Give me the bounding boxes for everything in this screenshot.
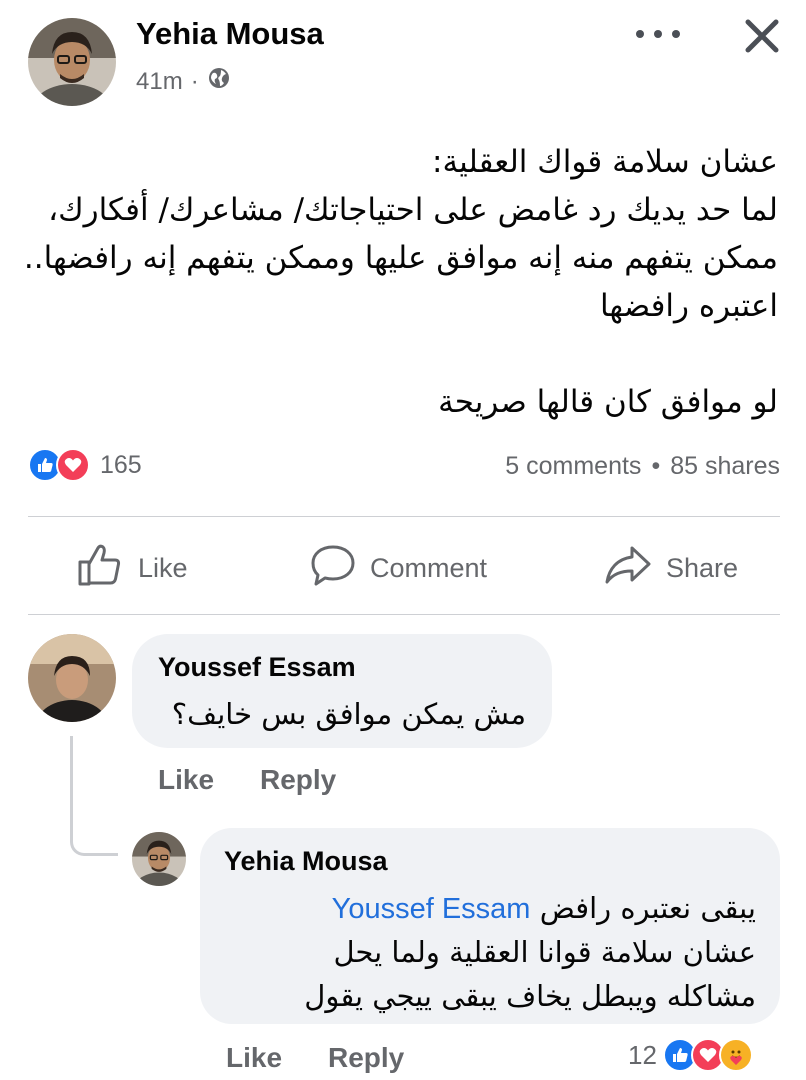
comment-reply-button[interactable]: Reply [260,764,336,796]
like-label: Like [138,552,188,583]
reply-author-name[interactable]: Yehia Mousa [224,846,388,877]
comment-label: Comment [370,552,488,583]
meta-separator: · [190,67,199,95]
reply-author-avatar[interactable] [132,832,186,886]
care-reaction-icon [718,1038,753,1072]
reaction-count: 165 [100,450,142,479]
post-text-line: ممكن يتفهم منه إنه موافق عليها وممكن يتف… [23,240,778,276]
commenter-avatar[interactable] [28,634,116,722]
comment-author-name[interactable]: Youssef Essam [158,652,356,683]
post-text-line: اعتبره رافضها [599,288,778,324]
globe-icon [207,66,231,97]
reply-text: يبقى نعتبره رافض [539,891,756,925]
divider [28,516,780,517]
post-text-line: عشان سلامة قواك العقلية: [432,144,778,180]
reply-text-line: يبقى نعتبره رافض Youssef Essam [216,886,756,931]
post-meta: 41m · [136,66,231,97]
reply-reply-button[interactable]: Reply [328,1042,404,1074]
share-label: Share [666,552,739,583]
post-text-line: لما حد يديك رد غامض على احتياجاتك/ مشاعر… [48,192,778,228]
post-text: عشان سلامة قواك العقلية: لما حد يديك رد … [18,138,778,426]
comment-like-button[interactable]: Like [158,764,214,796]
thumbs-up-icon [76,542,124,595]
mention-link[interactable]: Youssef Essam [332,893,531,925]
post-time[interactable]: 41m [136,68,183,96]
reply-bubble: Yehia Mousa يبقى نعتبره رافض Youssef Ess… [200,828,780,1024]
close-icon[interactable] [738,12,786,60]
share-arrow-icon [604,544,652,593]
comment-bubble: Youssef Essam مش يمكن موافق بس خايف؟ [132,634,552,748]
reply-reactions[interactable]: 12 [628,1038,753,1072]
like-button[interactable]: Like [76,540,188,596]
comment-text: مش يمكن موافق بس خايف؟ [171,697,526,731]
post-text-line: لو موافق كان قالها صريحة [438,384,778,420]
divider [28,614,780,615]
comments-count-link[interactable]: 5 comments [505,452,641,481]
reactions-summary[interactable]: 165 [28,448,142,482]
thread-connector [70,736,118,856]
reply-reaction-count: 12 [628,1039,657,1070]
reply-like-button[interactable]: Like [226,1042,282,1074]
reply-text-line: مشاكله ويبطل يخاف يبقى ييجي يقول [304,979,756,1013]
stats-separator: • [651,452,661,480]
post-stats: 5 comments • 85 shares [505,452,780,481]
share-button[interactable]: Share [604,540,738,596]
comment-bubble-icon [310,543,356,594]
reply-text-line: عشان سلامة قوانا العقلية ولما يحل [333,935,756,969]
post-author-name[interactable]: Yehia Mousa [136,16,324,52]
shares-count-link[interactable]: 85 shares [670,452,780,481]
comment-button[interactable]: Comment [310,540,487,596]
author-avatar[interactable] [28,18,116,106]
more-options-icon[interactable] [636,20,680,48]
love-reaction-icon [56,448,90,482]
